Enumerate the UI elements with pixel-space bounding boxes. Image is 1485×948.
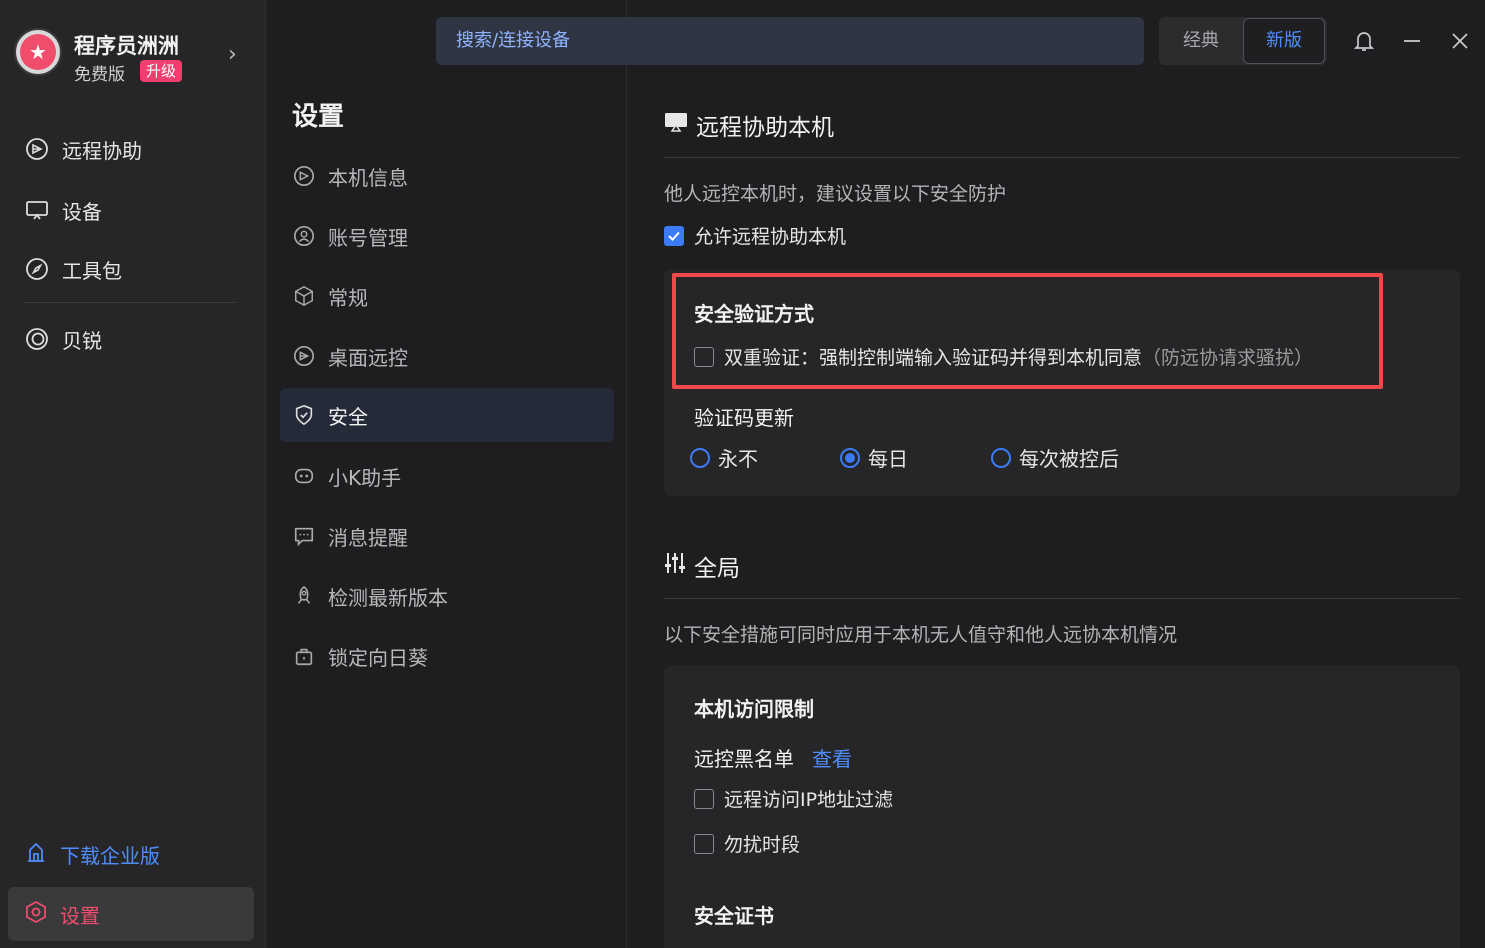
settings-content: 远程协助本机 他人远控本机时，建议设置以下安全防护 允许远程协助本机 安全验证方… (628, 88, 1485, 948)
radio-label: 每日 (868, 447, 908, 471)
dnd-checkbox[interactable]: 勿扰时段 (694, 830, 800, 857)
highlight-box (672, 273, 1383, 389)
mode-switch: 经典 新版 (1159, 17, 1327, 65)
tab-notifications[interactable]: 消息提醒 (280, 509, 614, 563)
classic-mode-button[interactable]: 经典 (1159, 17, 1243, 65)
tab-lock[interactable]: 锁定向日葵 (280, 629, 614, 683)
cube-icon (292, 284, 316, 308)
lock-icon (292, 644, 316, 668)
sidebar-item-settings[interactable]: 设置 (8, 887, 254, 941)
remote-assist-icon (24, 136, 50, 162)
settings-label: 设置 (60, 903, 100, 928)
check-icon (664, 225, 684, 246)
sidebar-item-label: 设备 (62, 199, 102, 224)
tab-desktop-remote[interactable]: 桌面远控 (280, 329, 614, 383)
main-sidebar: ★ 程序员洲洲 免费版 升级 › 远程协助 设备 工具包 贝锐 下载企业版 设置 (0, 0, 266, 948)
tab-assistant[interactable]: 小K助手 (280, 449, 614, 503)
section-title: 全局 (694, 556, 740, 582)
checkbox-label: 允许远程协助本机 (694, 226, 847, 248)
close-icon[interactable] (1447, 26, 1473, 56)
sidebar-item-label: 工具包 (62, 258, 122, 283)
sidebar-item-devices[interactable]: 设备 (24, 195, 102, 225)
tab-label: 检测最新版本 (328, 585, 448, 610)
sidebar-item-label: 贝锐 (62, 328, 102, 353)
shield-icon (292, 403, 316, 427)
divider (664, 157, 1460, 158)
tab-label: 锁定向日葵 (328, 645, 428, 670)
download-enterprise-link[interactable]: 下载企业版 (24, 840, 160, 869)
remote-icon (292, 164, 316, 188)
allow-remote-checkbox[interactable]: 允许远程协助本机 (664, 222, 846, 249)
section-description: 他人远控本机时，建议设置以下安全防护 (664, 183, 1007, 205)
blacklist-label: 远控黑名单 (694, 747, 794, 771)
ip-filter-checkbox[interactable]: 远程访问IP地址过滤 (694, 785, 893, 812)
upgrade-button[interactable]: 升级 (140, 60, 183, 82)
checkbox-label: 远程访问IP地址过滤 (724, 789, 894, 811)
settings-nav: 设置 本机信息 账号管理 常规 桌面远控 安全 小K助手 消息提醒 检测最新版本… (267, 0, 627, 948)
sliders-icon (664, 551, 686, 581)
radio-each-time[interactable]: 每次被控后 (991, 443, 1119, 472)
tab-security[interactable]: 安全 (280, 388, 614, 442)
minimize-icon[interactable] (1399, 26, 1425, 56)
bell-icon[interactable] (1351, 26, 1377, 56)
tab-label: 桌面远控 (328, 345, 408, 370)
blacklist-row: 远控黑名单 查看 (694, 743, 852, 772)
tab-label: 账号管理 (328, 225, 408, 250)
sidebar-item-oray[interactable]: 贝锐 (24, 324, 102, 354)
user-name: 程序员洲洲 (74, 34, 179, 58)
compass-icon (24, 256, 50, 282)
screen-icon (664, 111, 688, 139)
sidebar-item-remote-assist[interactable]: 远程协助 (24, 134, 142, 164)
tab-label: 常规 (328, 285, 368, 310)
tab-label: 消息提醒 (328, 525, 408, 550)
tab-device-info[interactable]: 本机信息 (280, 149, 614, 203)
tab-general[interactable]: 常规 (280, 269, 614, 323)
view-blacklist-link[interactable]: 查看 (812, 747, 852, 771)
page-title: 设置 (292, 102, 345, 132)
account-icon (292, 224, 316, 248)
divider (24, 302, 236, 303)
access-panel: 本机访问限制 远控黑名单 查看 远程访问IP地址过滤 勿扰时段 安全证书 (664, 665, 1460, 948)
enterprise-icon (24, 840, 48, 869)
tab-label: 小K助手 (328, 465, 402, 490)
code-update-title: 验证码更新 (694, 406, 794, 430)
chevron-right-icon[interactable]: › (228, 42, 237, 67)
access-title: 本机访问限制 (694, 697, 814, 721)
settings-hex-icon (24, 900, 48, 929)
search-input[interactable]: 搜索/连接设备 (436, 17, 1144, 65)
avatar[interactable]: ★ (14, 28, 62, 76)
desktop-remote-icon (292, 344, 316, 368)
message-icon (292, 524, 316, 548)
section-global: 全局 (664, 549, 740, 583)
tab-account[interactable]: 账号管理 (280, 209, 614, 263)
section-description: 以下安全措施可同时应用于本机无人值守和他人远协本机情况 (664, 624, 1178, 646)
radio-label: 永不 (718, 447, 758, 471)
radio-daily[interactable]: 每日 (840, 443, 908, 472)
section-remote: 远程协助本机 (664, 108, 834, 142)
star-icon: ★ (20, 34, 56, 70)
sidebar-item-label: 远程协助 (62, 138, 142, 163)
new-mode-button[interactable]: 新版 (1243, 18, 1325, 64)
section-title: 远程协助本机 (696, 115, 834, 141)
oray-icon (24, 326, 50, 352)
enterprise-label: 下载企业版 (60, 844, 160, 868)
robot-icon (292, 464, 316, 488)
divider (664, 598, 1460, 599)
radio-never[interactable]: 永不 (690, 443, 758, 472)
checkbox-label: 勿扰时段 (724, 834, 801, 856)
tab-label: 安全 (328, 404, 368, 429)
radio-label: 每次被控后 (1019, 447, 1119, 471)
sidebar-item-toolkit[interactable]: 工具包 (24, 254, 122, 284)
rocket-icon (292, 584, 316, 608)
user-profile[interactable]: ★ 程序员洲洲 免费版 升级 › (14, 28, 254, 85)
tab-label: 本机信息 (328, 165, 408, 190)
monitor-icon (24, 197, 50, 223)
plan-label: 免费版 (74, 65, 125, 85)
tab-check-update[interactable]: 检测最新版本 (280, 569, 614, 623)
cert-title: 安全证书 (694, 904, 774, 928)
